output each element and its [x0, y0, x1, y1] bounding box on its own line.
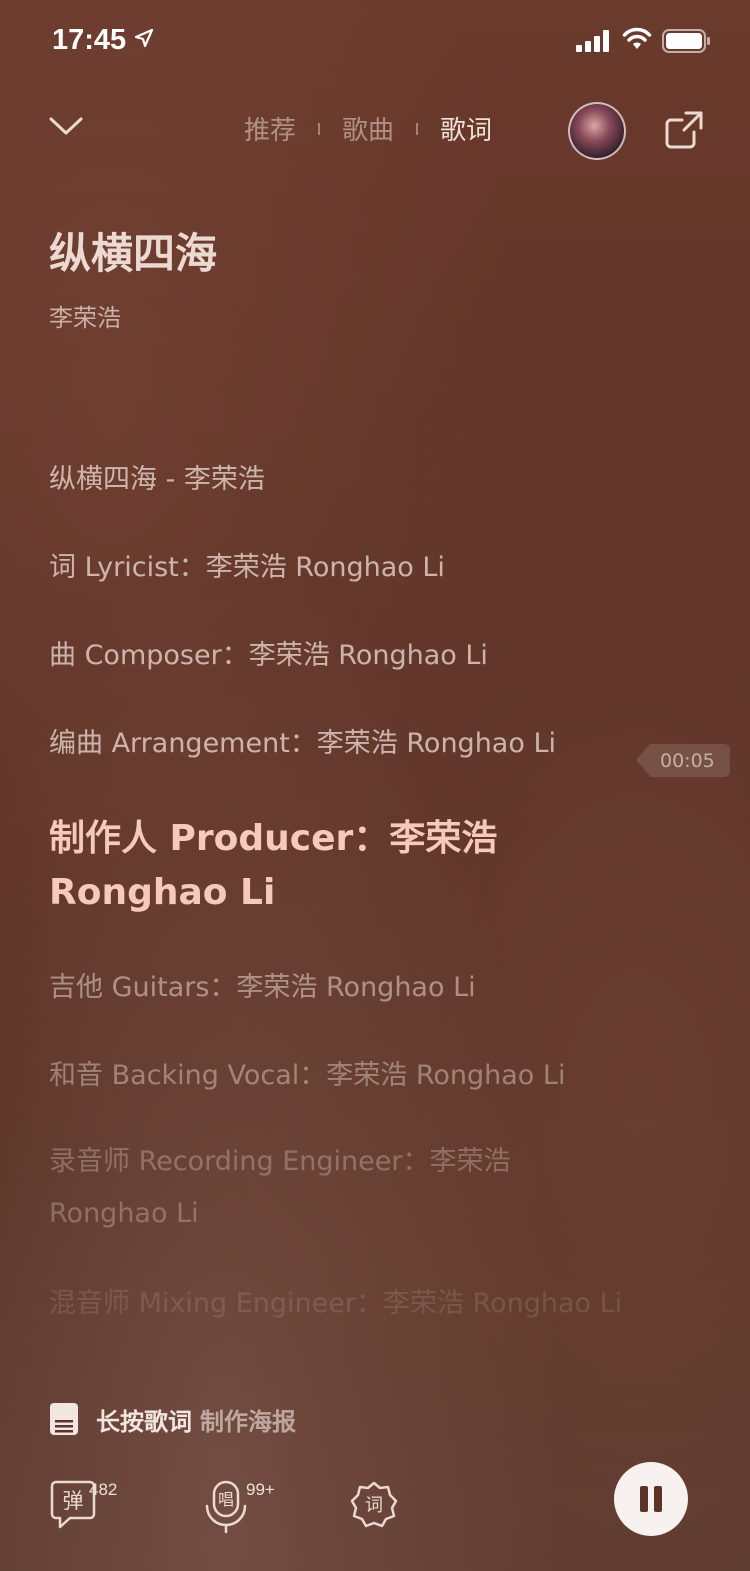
microphone-icon[interactable]: 唱	[204, 1480, 248, 1534]
danmu-count-badge: 482	[89, 1480, 118, 1499]
chevron-down-icon[interactable]	[48, 114, 84, 138]
wifi-icon	[622, 27, 652, 49]
timestamp-text: 00:05	[660, 750, 715, 772]
svg-text:唱: 唱	[218, 1490, 234, 1509]
song-artist[interactable]: 李荣浩	[49, 298, 121, 333]
lyric-line[interactable]: 吉他 Guitars：李荣浩 Ronghao Li	[49, 962, 689, 1014]
tab-song[interactable]: 歌曲	[342, 110, 394, 147]
status-time: 17:45	[52, 24, 127, 56]
battery-icon	[662, 29, 710, 53]
lyric-line[interactable]: 和音 Backing Vocal：李荣浩 Ronghao Li	[49, 1050, 689, 1102]
poster-hint-bold: 长按歌词	[96, 1407, 192, 1436]
poster-hint-text: 制作海报	[200, 1407, 296, 1436]
song-title: 纵横四海	[49, 229, 218, 278]
pause-icon	[654, 1486, 662, 1512]
share-icon[interactable]	[664, 110, 704, 150]
bottom-bar: 弹 482 唱 99+ 词	[0, 1460, 750, 1560]
location-arrow-icon	[134, 28, 154, 48]
svg-text:弹: 弹	[63, 1489, 84, 1513]
avatar[interactable]	[568, 102, 626, 160]
lyric-line[interactable]: 混音师 Mixing Engineer：李荣浩 Ronghao Li	[49, 1278, 689, 1330]
tab-divider	[416, 122, 419, 135]
top-nav: 推荐 歌曲 歌词	[0, 96, 750, 166]
lyric-line[interactable]: 词 Lyricist：李荣浩 Ronghao Li	[49, 542, 689, 594]
tab-bar: 推荐 歌曲 歌词	[244, 110, 492, 147]
lyric-line[interactable]: 录音师 Recording Engineer：李荣浩 Ronghao Li	[49, 1136, 589, 1240]
tab-divider	[318, 122, 321, 135]
lyric-line[interactable]: 纵横四海 - 李荣浩	[49, 454, 689, 506]
tab-recommend[interactable]: 推荐	[244, 110, 296, 147]
poster-icon	[50, 1403, 78, 1435]
poster-hint[interactable]: 长按歌词 制作海报	[50, 1402, 296, 1436]
seek-timestamp-pill[interactable]: 00:05	[636, 744, 730, 777]
svg-text:词: 词	[365, 1495, 383, 1516]
pause-button[interactable]	[614, 1462, 688, 1536]
status-bar: 17:45	[0, 0, 750, 82]
cellular-signal-icon	[576, 30, 609, 52]
sing-count-badge: 99+	[246, 1480, 275, 1499]
pause-icon	[640, 1486, 648, 1512]
lyric-line[interactable]: 编曲 Arrangement：李荣浩 Ronghao Li	[49, 718, 689, 770]
lyric-line-current[interactable]: 制作人 Producer：李荣浩 Ronghao Li	[49, 812, 569, 920]
lyric-badge-icon[interactable]: 词	[350, 1480, 398, 1530]
pill-arrow	[636, 744, 650, 776]
tab-lyrics[interactable]: 歌词	[440, 110, 492, 147]
lyric-line[interactable]: 曲 Composer：李荣浩 Ronghao Li	[49, 630, 689, 682]
